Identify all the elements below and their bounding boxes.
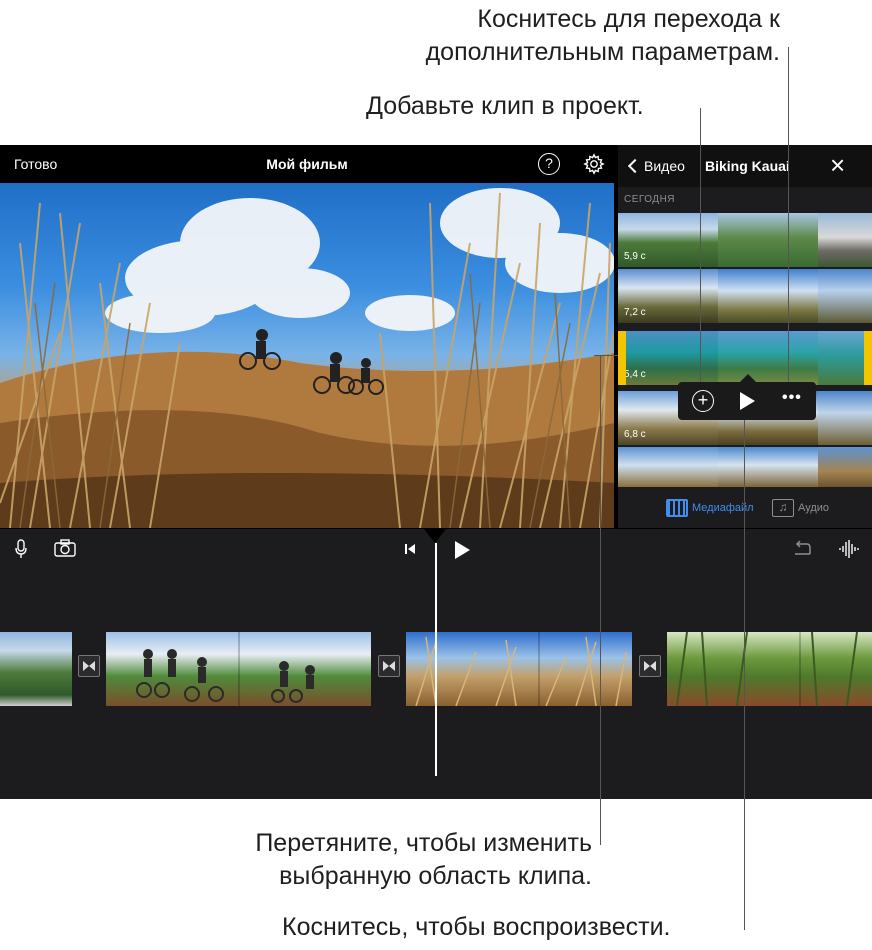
callout-more-options-line2: дополнительным параметрам. [425,38,780,66]
clip-duration: 5,9 с [624,251,646,262]
callout-tap-play: Коснитесь, чтобы воспроизвести. [282,913,671,941]
back-button[interactable]: Видео [627,158,685,174]
project-title: Мой фильм [266,156,348,172]
transition-button[interactable] [78,655,100,677]
timeline-clip[interactable] [0,632,72,706]
film-icon [666,499,688,517]
transition-button[interactable] [639,655,661,677]
add-clip-button[interactable]: + [692,390,714,412]
skip-to-start-icon[interactable] [403,542,417,556]
clip-thumbnail-grass [415,632,627,706]
media-browser: Видео Biking Kauai × СЕГОДНЯ 5,9 с 7,2 с… [614,145,872,528]
clip-duration: 7,2 с [624,307,646,318]
tab-audio[interactable]: ♫ Аудио [772,499,829,517]
callout-drag-range: Перетяните, чтобы изменить выбранную обл… [180,827,592,893]
browser-tabs: Медиафайл ♫ Аудио [618,487,872,528]
playhead-marker [424,529,446,543]
timeline[interactable] [0,528,872,799]
imovie-app: Готово Мой фильм ? Видео Biking Kauai × … [0,145,872,799]
callout-drag-range-line2: выбранную область клипа. [279,862,592,890]
more-options-button[interactable]: ••• [782,389,802,407]
clip-thumbnail-riders [136,632,315,706]
tab-audio-label: Аудио [798,501,830,514]
browser-header: Видео Biking Kauai × [618,145,872,187]
close-icon[interactable]: × [830,152,845,178]
timeline-clip[interactable] [667,632,872,706]
transition-icon [644,661,656,671]
video-viewer[interactable] [0,183,614,528]
leader-add-clip [700,108,701,395]
clip-thumbnail-forest [676,632,858,706]
leader-drag-range-tick [594,355,620,356]
play-clip-button[interactable] [740,392,755,410]
gear-icon[interactable] [583,153,605,175]
clip-duration: 6,8 с [624,429,646,440]
timeline-clip[interactable] [406,632,632,706]
chevron-left-icon [627,158,643,174]
clip-action-bar: + ••• [678,374,816,420]
timeline-clip[interactable] [106,632,371,706]
timeline-play-button[interactable] [455,541,470,559]
camera-icon[interactable] [54,539,76,557]
audio-waveform-icon[interactable] [838,539,860,559]
transition-icon [83,661,95,671]
browser-clip[interactable]: 7,2 с [618,269,872,323]
browser-clip[interactable] [618,447,872,487]
section-header: СЕГОДНЯ [624,194,676,205]
album-title: Biking Kauai [705,158,790,174]
undo-icon[interactable] [792,539,812,557]
action-bar-pointer [740,374,756,382]
tab-media[interactable]: Медиафайл [666,499,754,517]
transition-button[interactable] [378,655,400,677]
leader-drag-range [600,355,601,845]
back-label: Видео [644,158,685,174]
leader-more-options [788,47,789,403]
viewer-frame-image [0,188,614,528]
leader-tap-play [744,405,745,930]
timeline-playhead[interactable] [435,543,437,776]
music-note-icon: ♫ [772,499,794,517]
callout-more-options: Коснитесь для перехода к дополнительным … [362,3,780,69]
callout-add-clip: Добавьте клип в проект. [366,92,644,120]
browser-clip[interactable]: 5,9 с [618,213,872,267]
callout-drag-range-line1: Перетяните, чтобы изменить [255,829,592,857]
help-icon[interactable]: ? [538,153,560,175]
transition-icon [383,661,395,671]
callout-more-options-line1: Коснитесь для перехода к [477,5,780,33]
top-bar: Готово Мой фильм ? [0,145,614,183]
microphone-icon[interactable] [15,539,27,559]
clip-duration: 5,4 с [624,369,646,380]
